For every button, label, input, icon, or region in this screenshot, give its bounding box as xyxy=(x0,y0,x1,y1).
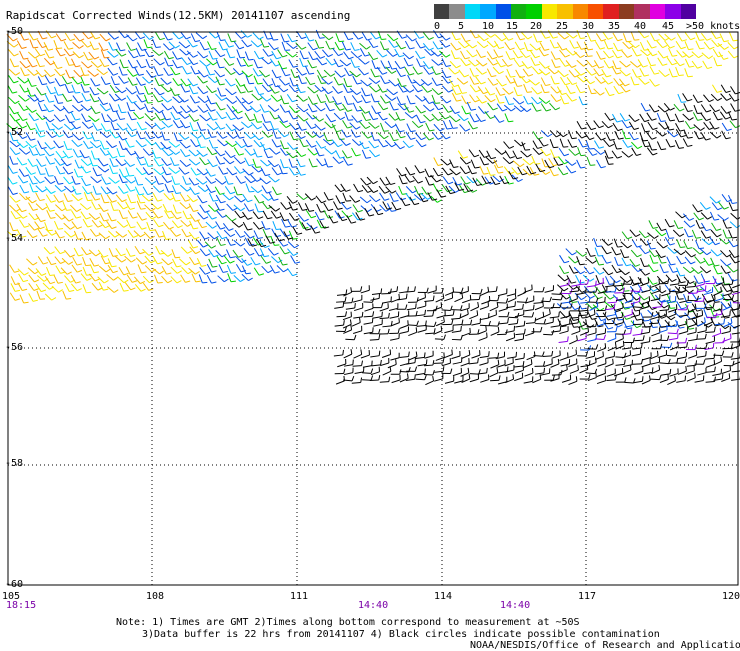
longitude-tick-label: 108 xyxy=(146,591,164,602)
time-label-2: 14:40 xyxy=(358,600,388,611)
legend-swatch xyxy=(449,4,464,19)
legend-label: 5 xyxy=(458,21,464,32)
legend-swatch xyxy=(665,4,680,19)
legend-label: 0 xyxy=(434,21,440,32)
note-line-3: NOAA/NESDIS/Office of Research and Appli… xyxy=(470,640,740,651)
speed-color-legend: 051015202530354045>50 knots xyxy=(434,4,696,34)
legend-label: 40 xyxy=(634,21,646,32)
legend-swatch xyxy=(573,4,588,19)
legend-swatch xyxy=(603,4,618,19)
legend-swatch xyxy=(557,4,572,19)
legend-swatch xyxy=(434,4,449,19)
latitude-tick-label: -58 xyxy=(5,458,23,469)
legend-swatch xyxy=(542,4,557,19)
legend-label: 30 xyxy=(582,21,594,32)
legend-label: 20 xyxy=(530,21,542,32)
latitude-tick-label: -50 xyxy=(5,26,23,37)
note-line-1: Note: 1) Times are GMT 2)Times along bot… xyxy=(116,617,580,628)
legend-label: 25 xyxy=(556,21,568,32)
legend-label: 10 xyxy=(482,21,494,32)
map-title: Rapidscat Corrected Winds(12.5KM) 201411… xyxy=(6,9,350,22)
legend-swatch xyxy=(681,4,696,19)
legend-label: 35 xyxy=(608,21,620,32)
wind-barb-field xyxy=(7,30,740,385)
longitude-tick-label: 111 xyxy=(290,591,308,602)
legend-color-bar xyxy=(434,4,696,19)
legend-swatch xyxy=(511,4,526,19)
wind-map xyxy=(0,0,740,650)
time-label-3: 14:40 xyxy=(500,600,530,611)
legend-label: >50 knots xyxy=(686,21,740,32)
legend-label: 15 xyxy=(506,21,518,32)
legend-swatch xyxy=(480,4,495,19)
legend-swatch xyxy=(619,4,634,19)
legend-swatch xyxy=(496,4,511,19)
legend-swatch xyxy=(634,4,649,19)
latitude-tick-label: -56 xyxy=(5,342,23,353)
legend-label: 45 xyxy=(662,21,674,32)
note-line-2: 3)Data buffer is 22 hrs from 20141107 4)… xyxy=(142,629,660,640)
longitude-tick-label: 120 xyxy=(722,591,740,602)
legend-swatch xyxy=(650,4,665,19)
longitude-tick-label: 117 xyxy=(578,591,596,602)
legend-swatch xyxy=(526,4,541,19)
legend-swatch xyxy=(588,4,603,19)
latitude-tick-label: -52 xyxy=(5,127,23,138)
legend-swatch xyxy=(465,4,480,19)
longitude-tick-label: 114 xyxy=(434,591,452,602)
latitude-tick-label: -60 xyxy=(5,579,23,590)
time-label-1: 18:15 xyxy=(6,600,36,611)
latitude-tick-label: -54 xyxy=(5,233,23,244)
